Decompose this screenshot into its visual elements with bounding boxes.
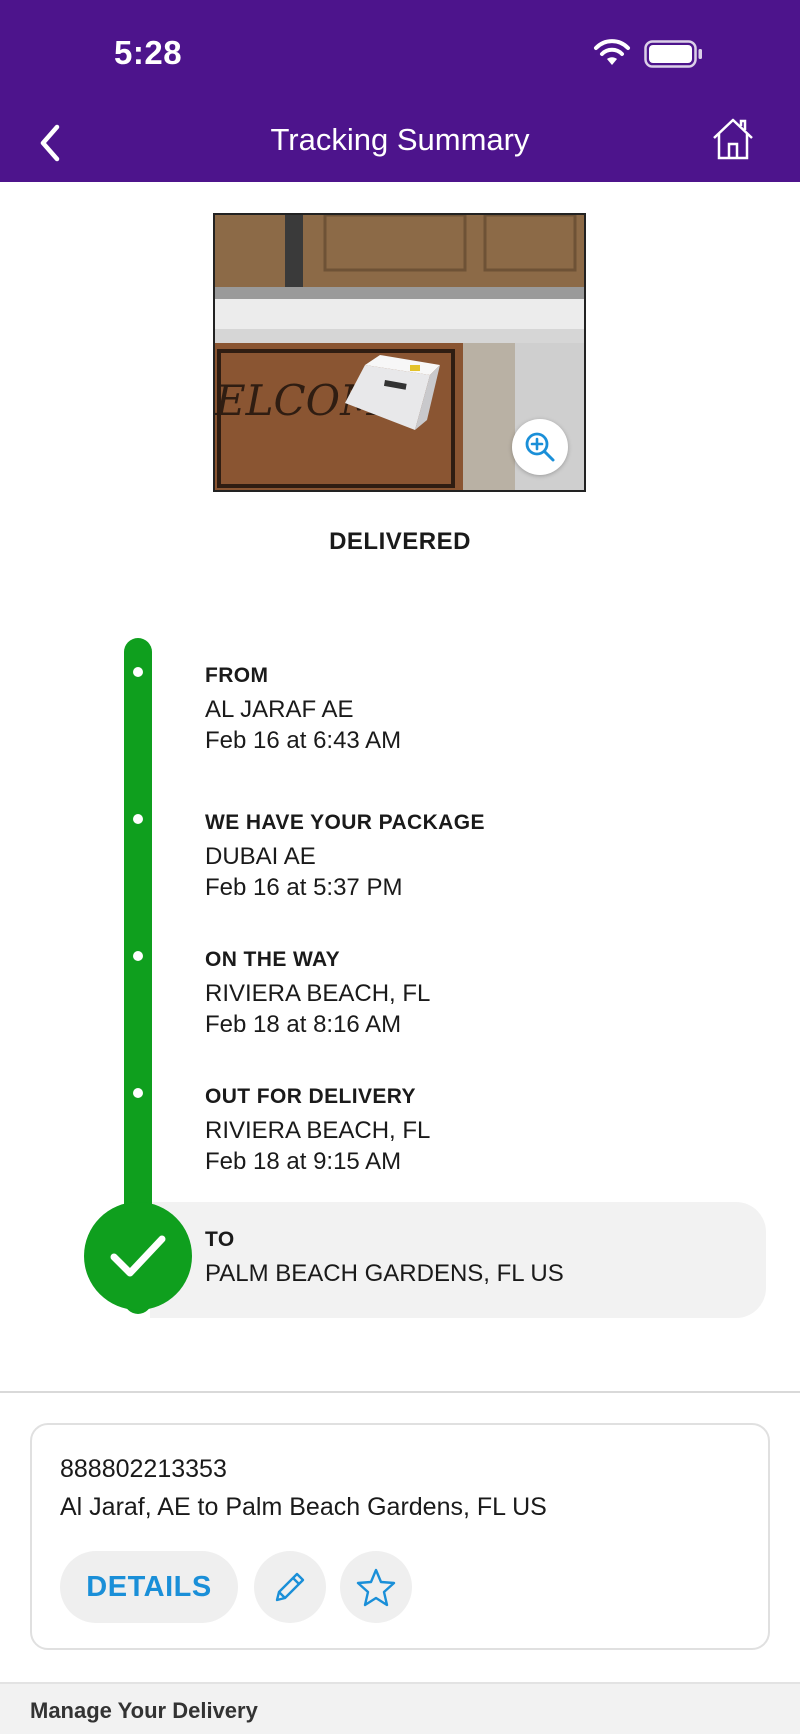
tracking-number: 888802213353 (60, 1455, 227, 1483)
checkmark-icon (110, 1235, 166, 1277)
favorite-button[interactable] (340, 1551, 412, 1623)
section-divider (0, 1391, 800, 1393)
timeline-step-on-the-way: ON THE WAY RIVIERA BEACH, FL Feb 18 at 8… (205, 948, 430, 1040)
step-time: Feb 16 at 5:37 PM (205, 874, 403, 901)
step-title: ON THE WAY (205, 948, 341, 971)
home-button[interactable] (710, 116, 756, 162)
home-icon (713, 118, 753, 160)
page-title: Tracking Summary (270, 122, 530, 157)
battery-icon (644, 40, 702, 68)
step-time: Feb 18 at 9:15 AM (205, 1148, 402, 1175)
details-button[interactable]: DETAILS (60, 1551, 238, 1623)
step-title: FROM (205, 664, 269, 687)
app-header: 5:28 Tracking Summary (0, 0, 800, 182)
edit-button[interactable] (254, 1551, 326, 1623)
step-location: DUBAI AE (205, 843, 316, 870)
pencil-icon (275, 1572, 305, 1602)
step-title: TO (205, 1228, 235, 1251)
status-bar-time: 5:28 (114, 34, 183, 71)
step-title: OUT FOR DELIVERY (205, 1085, 416, 1108)
step-location: RIVIERA BEACH, FL (205, 1117, 431, 1144)
shipment-card: 888802213353 Al Jaraf, AE to Palm Beach … (30, 1423, 770, 1650)
delivered-check (84, 1202, 192, 1310)
step-location: AL JARAF AE (205, 696, 354, 723)
timeline-step-from: FROM AL JARAF AE Feb 16 at 6:43 AM (205, 664, 401, 756)
manage-delivery-label: Manage Your Delivery (30, 1698, 258, 1723)
timeline-dot (133, 1088, 143, 1098)
delivery-status: DELIVERED (329, 528, 471, 555)
step-title: WE HAVE YOUR PACKAGE (205, 811, 485, 834)
manage-delivery-bar[interactable]: Manage Your Delivery (0, 1682, 800, 1734)
wifi-icon (594, 39, 630, 65)
step-time: Feb 18 at 8:16 AM (205, 1011, 402, 1038)
star-icon (356, 1568, 396, 1607)
timeline-dot (133, 951, 143, 961)
zoom-in-icon (525, 432, 555, 462)
step-location: PALM BEACH GARDENS, FL US (205, 1260, 564, 1287)
timeline-dot (133, 667, 143, 677)
step-location: RIVIERA BEACH, FL (205, 980, 431, 1007)
timeline-step-out-for-delivery: OUT FOR DELIVERY RIVIERA BEACH, FL Feb 1… (205, 1085, 430, 1177)
step-time: Feb 16 at 6:43 AM (205, 727, 402, 754)
timeline-step-to: TO PALM BEACH GARDENS, FL US (205, 1228, 564, 1289)
shipment-route: Al Jaraf, AE to Palm Beach Gardens, FL U… (60, 1493, 547, 1521)
timeline-step-picked-up: WE HAVE YOUR PACKAGE DUBAI AE Feb 16 at … (205, 811, 485, 903)
timeline-dot (133, 814, 143, 824)
zoom-button[interactable] (512, 419, 568, 475)
